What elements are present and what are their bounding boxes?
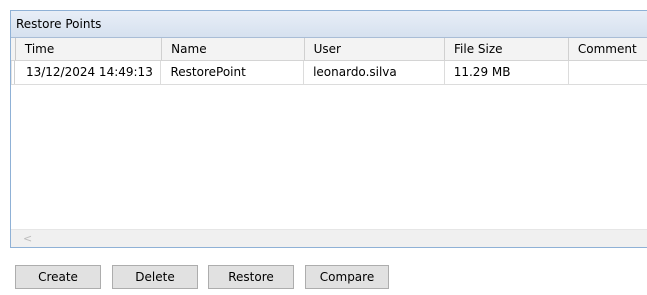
delete-button[interactable]: Delete [112, 265, 198, 289]
column-header-name[interactable]: Name [162, 38, 305, 60]
compare-button[interactable]: Compare [305, 265, 389, 289]
cell-time[interactable]: 13/12/2024 14:49:13 [15, 61, 162, 84]
cell-name[interactable]: RestorePoint [161, 61, 305, 84]
cell-user[interactable]: leonardo.silva [304, 61, 445, 84]
restore-points-panel: Restore Points Time Name User File Size … [10, 10, 647, 248]
panel-title: Restore Points [11, 11, 647, 38]
grid-header: Time Name User File Size Comment [11, 38, 647, 61]
column-header-time[interactable]: Time [16, 38, 163, 60]
column-header-comment[interactable]: Comment [569, 38, 647, 60]
table-row[interactable]: 13/12/2024 14:49:13 RestorePoint leonard… [11, 61, 647, 85]
column-header-file-size[interactable]: File Size [445, 38, 569, 60]
scroll-left-arrow-icon[interactable]: < [23, 232, 32, 245]
cell-comment[interactable] [569, 61, 647, 84]
column-header-user[interactable]: User [305, 38, 445, 60]
restore-points-grid[interactable]: Time Name User File Size Comment 13/12/2… [11, 38, 647, 247]
cell-file-size[interactable]: 11.29 MB [445, 61, 569, 84]
create-button[interactable]: Create [15, 265, 101, 289]
horizontal-scrollbar[interactable]: < [11, 229, 647, 247]
restore-button[interactable]: Restore [208, 265, 294, 289]
